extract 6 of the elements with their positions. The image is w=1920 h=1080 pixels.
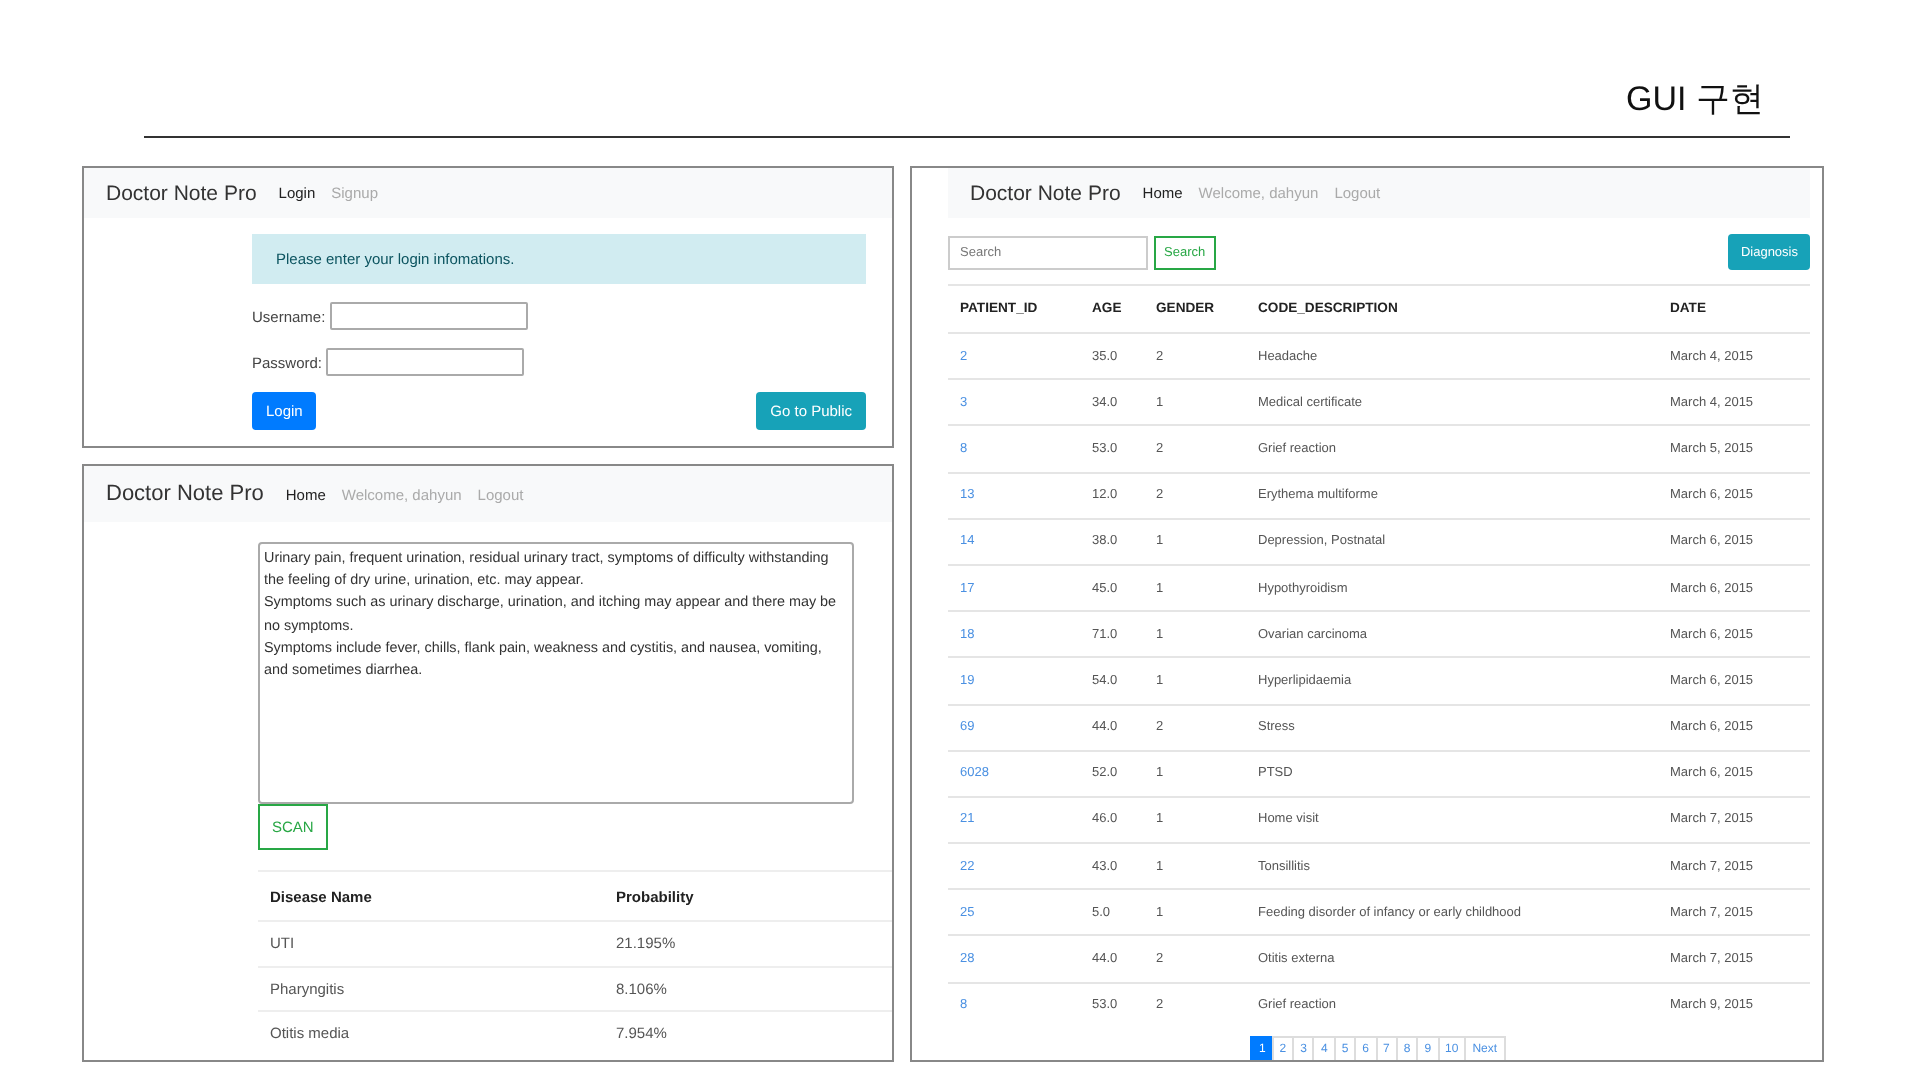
slide-title: GUI 구현 xyxy=(1626,80,1764,120)
brand-logo[interactable]: Doctor Note Pro xyxy=(106,482,264,506)
brand-logo[interactable]: Doctor Note Pro xyxy=(106,181,257,205)
input-field[interactable] xyxy=(329,302,528,330)
input-field[interactable] xyxy=(326,348,525,376)
brand-logo[interactable]: Doctor Note Pro xyxy=(970,181,1121,205)
